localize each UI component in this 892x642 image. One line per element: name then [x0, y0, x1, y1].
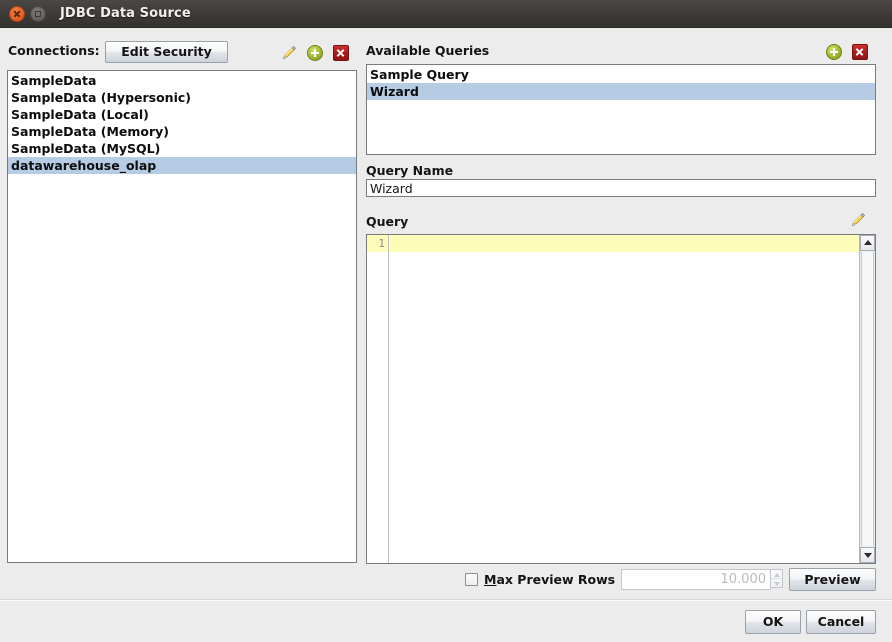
window-title: JDBC Data Source [60, 6, 191, 21]
max-preview-rows-checkbox[interactable] [465, 573, 478, 586]
list-item[interactable]: SampleData (MySQL) [8, 140, 356, 157]
max-preview-rows-label-rest: ax Preview Rows [496, 572, 616, 587]
available-queries-list[interactable]: Sample Query Wizard [366, 64, 876, 155]
window-titlebar: JDBC Data Source [0, 0, 892, 28]
connections-list-items: SampleData SampleData (Hypersonic) Sampl… [8, 71, 356, 174]
plus-icon[interactable] [307, 45, 323, 61]
connections-label: Connections: [8, 43, 100, 58]
stepper-down-icon[interactable] [771, 579, 782, 588]
ok-button[interactable]: OK [745, 610, 801, 634]
pencil-icon[interactable] [281, 45, 297, 61]
plus-icon[interactable] [826, 44, 842, 60]
max-preview-rows-group: Max Preview Rows [465, 572, 615, 587]
editor-line-number: 1 [367, 235, 388, 252]
available-queries-label: Available Queries [366, 43, 490, 58]
list-item[interactable]: SampleData (Hypersonic) [8, 89, 356, 106]
maximize-icon[interactable] [30, 5, 46, 22]
pencil-icon[interactable] [850, 212, 866, 228]
footer-separator [0, 599, 892, 601]
query-name-input[interactable]: Wizard [366, 179, 876, 197]
stepper-up-icon[interactable] [771, 570, 782, 579]
list-item[interactable]: Wizard [367, 83, 875, 100]
close-icon[interactable] [9, 5, 25, 22]
preview-button[interactable]: Preview [789, 568, 876, 591]
max-preview-rows-input[interactable]: 10.000 [621, 569, 783, 590]
jdbc-data-source-dialog: JDBC Data Source Connections: Edit Secur… [0, 0, 892, 642]
list-item[interactable]: SampleData (Local) [8, 106, 356, 123]
max-preview-rows-stepper[interactable] [770, 569, 783, 588]
scroll-down-arrow-icon[interactable] [860, 547, 875, 563]
editor-text[interactable] [390, 235, 858, 252]
connections-list[interactable]: SampleData SampleData (Hypersonic) Sampl… [7, 70, 357, 563]
max-preview-rows-label: Max Preview Rows [484, 572, 615, 587]
editor-line-number-gutter: 1 [367, 235, 389, 563]
editor-vertical-scrollbar[interactable] [859, 235, 875, 563]
list-item[interactable]: datawarehouse_olap [8, 157, 356, 174]
query-editor[interactable]: 1 [366, 234, 876, 564]
list-item[interactable]: SampleData (Memory) [8, 123, 356, 140]
available-queries-items: Sample Query Wizard [367, 65, 875, 100]
list-item[interactable]: Sample Query [367, 66, 875, 83]
scrollbar-track[interactable] [861, 252, 874, 546]
cancel-button[interactable]: Cancel [806, 610, 876, 634]
scroll-up-arrow-icon[interactable] [860, 235, 875, 251]
query-label: Query [366, 214, 409, 229]
query-name-label: Query Name [366, 163, 454, 178]
list-item[interactable]: SampleData [8, 72, 356, 89]
mnemonic-letter: M [484, 572, 497, 587]
delete-icon[interactable] [852, 44, 868, 60]
max-preview-rows-value: 10.000 [720, 572, 767, 587]
edit-security-button[interactable]: Edit Security [105, 41, 228, 63]
delete-icon[interactable] [333, 45, 349, 61]
